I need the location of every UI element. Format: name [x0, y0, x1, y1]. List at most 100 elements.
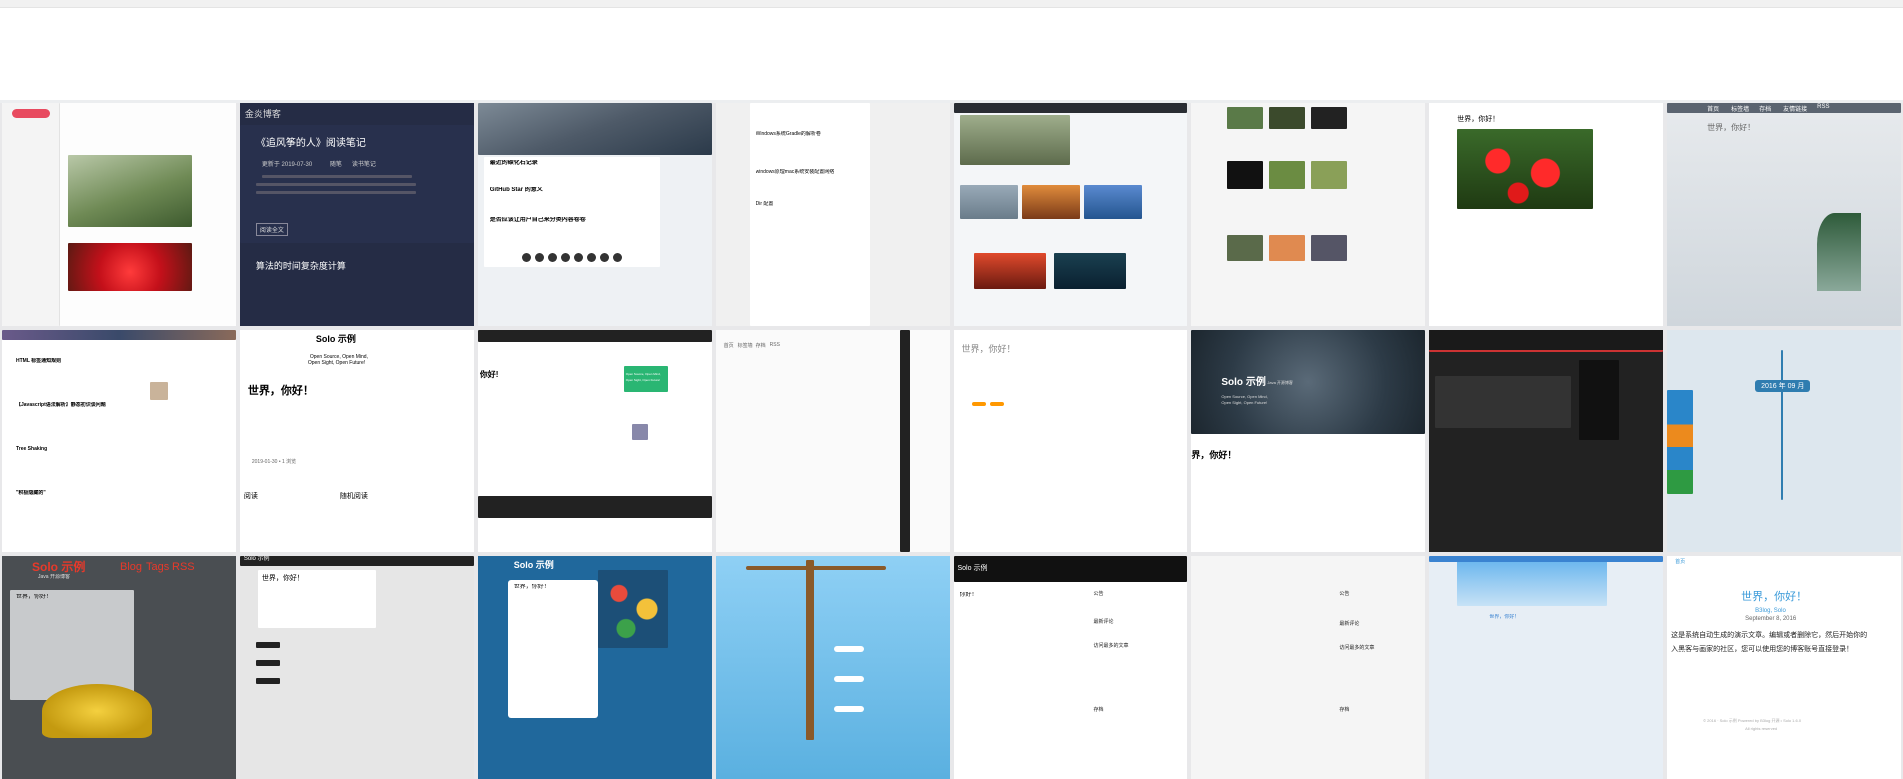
theme-thumbnail-3[interactable]: 最近的碳化石记录 GitHub Star 的意义 是否应该让用户自己来分类内容卷… [477, 103, 712, 326]
post-excerpt-2: 入黑客与画家的社区，您可以使用您的博客账号直接登录！ [1671, 646, 1854, 654]
photo-tile [1269, 235, 1306, 261]
photo-tile [1269, 107, 1306, 129]
nav-home[interactable]: 首页 [724, 342, 734, 349]
nav-home[interactable]: 首页 [1675, 558, 1685, 565]
theme-thumbnail-21[interactable]: Solo 示例 你好！ 公告 最新评论 访问最多的文章 存档 [953, 556, 1188, 779]
site-title: Solo 示例 [513, 560, 554, 571]
sidebar-archive: 存档 [1093, 707, 1104, 714]
site-title: Solo 示例 [957, 565, 988, 573]
footer-bar [477, 495, 712, 518]
nav-links[interactable]: 友情链接 [1783, 104, 1807, 113]
sidebar-tab [255, 660, 280, 667]
theme-thumbnail-15[interactable] [1429, 329, 1664, 553]
nav-archive[interactable]: 存档 [1759, 104, 1771, 113]
theme-thumbnail-2[interactable]: 金炎博客 《追风筝的人》阅读笔记 更新于 2019-07-30 随笔 读书笔记 … [239, 103, 474, 326]
theme-thumbnail-18[interactable]: Solo 示例 世界，你好！ [239, 556, 474, 779]
flower-photo [68, 243, 192, 291]
sidebar-line-2: Open Sight, Open Future! [625, 377, 661, 382]
theme-thumbnail-20[interactable] [715, 556, 950, 779]
tree-branch [745, 566, 886, 571]
nav-tags[interactable]: Tags [146, 560, 169, 574]
theme-thumbnail-12[interactable]: 首页 标签墙 存档 RSS [715, 329, 950, 553]
footer-rights: All rights reserved [1745, 726, 1778, 732]
theme-thumbnail-9[interactable]: HTML 标签通知规则 【Javascript语法解析】静态初识谈问题 Tree… [2, 329, 236, 553]
text-line [255, 183, 416, 186]
post-title: 世界，你好！ [261, 575, 304, 583]
post-title: 你好！ [959, 592, 978, 599]
sidebar-most-viewed: 访问最多的文章 [1339, 645, 1375, 652]
leaf-bubble [833, 646, 864, 653]
sidebar-latest-comments: 最新评论 [1093, 619, 1114, 626]
nav-tags[interactable]: 标签墙 [738, 342, 753, 349]
avatar [150, 381, 168, 400]
article-meta-tag1: 随笔 [329, 162, 342, 168]
landscape-photo [68, 155, 192, 227]
pagination-dots[interactable] [521, 253, 622, 262]
post-title-3: Dir 配置 [755, 201, 774, 207]
nav-rss[interactable]: RSS [770, 342, 780, 348]
side-buttons [1667, 389, 1694, 494]
post-title: 世界，你好！ [961, 343, 1016, 354]
theme-thumbnail-13[interactable]: 世界，你好！ [953, 329, 1188, 553]
poppy-photo [1457, 129, 1594, 209]
site-subtitle-2: Open Sight, Open Future! [1221, 399, 1268, 405]
text-line [255, 191, 416, 194]
menu-active-pill [12, 109, 50, 118]
content-card [483, 157, 660, 267]
post-date: 2019-01-30 • 1 浏览 [251, 458, 297, 465]
theme-thumbnail-11[interactable]: 你好! Open Source, Open Mind, Open Sight, … [477, 329, 712, 553]
bird-photo [959, 115, 1070, 165]
theme-thumbnail-8[interactable]: 首页 标签墙 存档 友情链接 RSS 世界，你好！ [1667, 103, 1901, 326]
theme-thumbnail-6[interactable] [1191, 103, 1426, 326]
sidebar-line-1: Open Source, Open Mind, [625, 371, 661, 376]
tag-chip [971, 401, 986, 406]
theme-thumbnail-4[interactable]: Windows系统Gradle的解析卷 windows原理mac系统安装配置网络… [715, 103, 950, 326]
site-title: Solo 示例 [243, 556, 270, 563]
top-nav-bar [1429, 556, 1664, 563]
theme-thumbnail-7[interactable]: 世界，你好！ [1429, 103, 1664, 326]
sky-banner [1457, 560, 1608, 607]
theme-thumbnail-1[interactable] [2, 103, 236, 326]
leaf-bubble [833, 676, 864, 683]
post-title-4: "积极隐藏的" [16, 489, 46, 496]
theme-thumbnail-23[interactable]: 世界，你好！ [1429, 556, 1664, 779]
character-illustration [42, 684, 152, 739]
theme-thumbnail-10[interactable]: Solo 示例 Open Source, Open Mind, Open Sig… [239, 329, 474, 553]
top-nav-bar [477, 329, 712, 342]
theme-thumbnail-24[interactable]: 首页 世界，你好！ B3log, Solo September 8, 2016 … [1667, 556, 1901, 779]
text-line [261, 175, 412, 178]
header-bar [239, 556, 474, 567]
nav-home[interactable]: 首页 [1707, 104, 1719, 113]
content-panel [10, 590, 134, 701]
nav-tags[interactable]: 标签墙 [1731, 104, 1749, 113]
nav-blog[interactable]: Blog [120, 560, 142, 574]
theme-thumbnail-14[interactable]: Solo 示例 Java 开源博客 Open Source, Open Mind… [1191, 329, 1426, 553]
sidebar-tab [255, 678, 280, 685]
nav-archive[interactable]: 存档 [756, 342, 766, 349]
leaf-bubble [833, 706, 864, 713]
theme-thumbnail-5[interactable] [953, 103, 1188, 326]
theme-thumbnail-22[interactable]: 公告 最新评论 访问最多的文章 存档 [1191, 556, 1426, 779]
theme-gallery-grid: 金炎博客 《追风筝的人》阅读笔记 更新于 2019-07-30 随笔 读书笔记 … [0, 103, 1903, 779]
photo-card [1053, 253, 1126, 289]
nav-rss[interactable]: RSS [172, 560, 195, 574]
theme-thumbnail-16[interactable]: 2016 年 09 月 [1667, 329, 1901, 553]
right-dark-column [899, 329, 910, 553]
sidebar-panel [2, 103, 60, 326]
theme-thumbnail-19[interactable]: Solo 示例 世界，你好！ [477, 556, 712, 779]
sidebar-tab [255, 642, 280, 649]
read-more-button[interactable]: 阅读全文 [255, 223, 288, 236]
header-bar [1429, 329, 1664, 352]
post-title: 你好! [479, 369, 499, 379]
header-bar [953, 556, 1188, 583]
nav-rss[interactable]: RSS [1817, 104, 1829, 110]
photo-tile [1311, 107, 1348, 129]
site-tagline: Java 开源博客 [38, 574, 70, 581]
site-subtitle-1: Open Source, Open Mind, [1221, 393, 1268, 399]
photo-card [1083, 185, 1142, 219]
article-meta-date: 更新于 2019-07-30 [261, 162, 313, 168]
theme-thumbnail-17[interactable]: Solo 示例 Java 开源博客 Blog Tags RSS 世界，你好！ [2, 556, 236, 779]
post-title: 世界，你好！ [1707, 123, 1756, 132]
site-title: Solo 示例 [1221, 376, 1266, 388]
banner-photo [477, 103, 712, 155]
